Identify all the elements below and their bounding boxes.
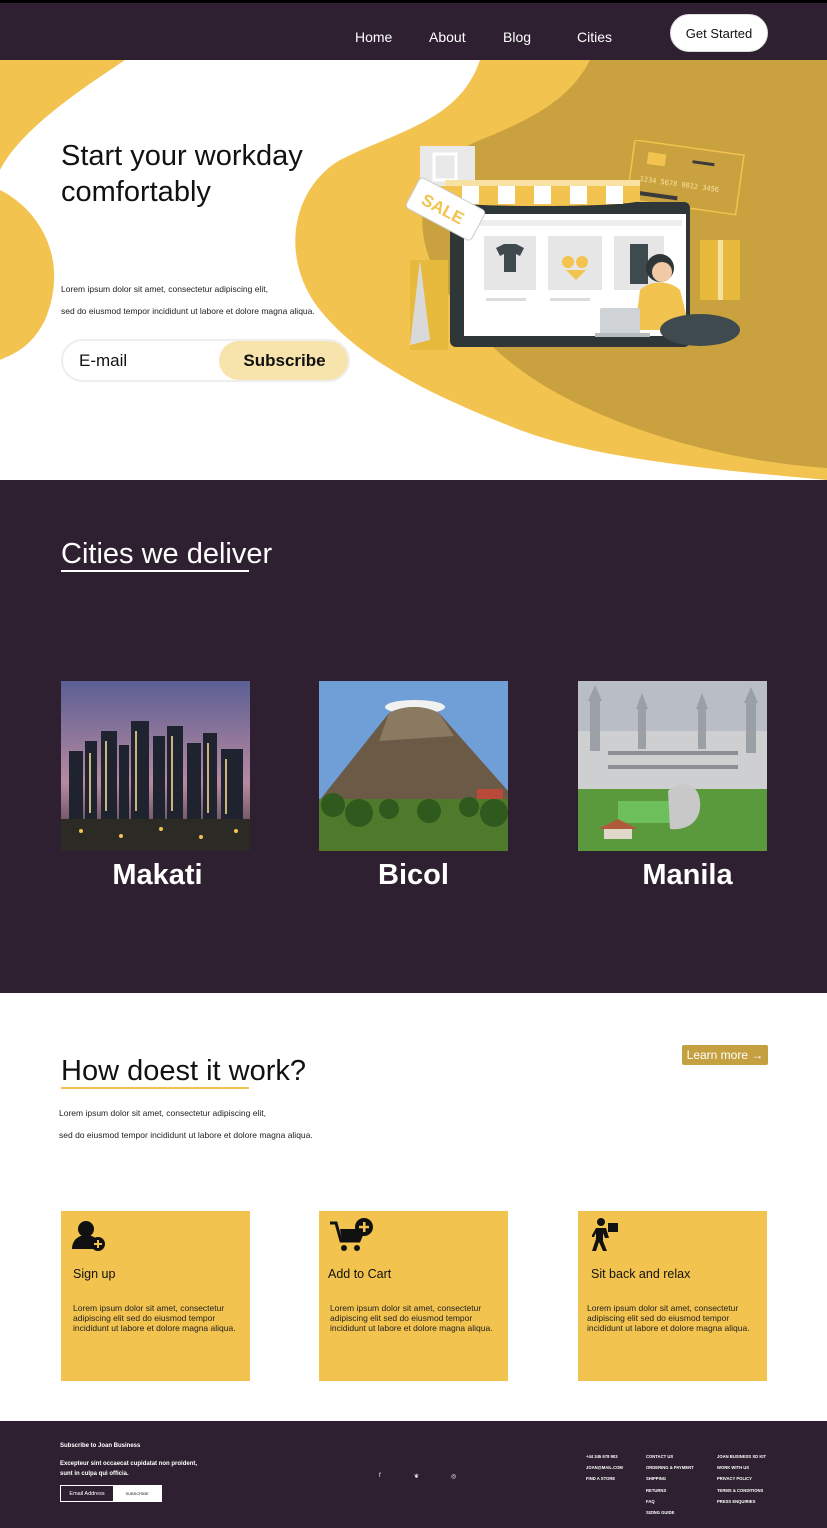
footer-find-store-link[interactable]: FIND A STORE xyxy=(586,1473,623,1484)
cathedral-garden-image xyxy=(578,681,767,851)
footer-company-column: JOAN BUSINESS XD KIT WORK WITH US PRIVAC… xyxy=(717,1451,766,1507)
city-name-manila: Manila xyxy=(642,859,733,891)
cities-section: Cities we deliver Makati Bicol Manila xyxy=(0,480,827,993)
facebook-icon[interactable]: f xyxy=(379,1473,381,1479)
hero-title: Start your workday comfortably xyxy=(61,140,303,208)
how-title-underline xyxy=(61,1087,249,1089)
step-title-signup: Sign up xyxy=(73,1267,116,1281)
footer-contact-column: +44 345 678 903 JOAN@MAIL.COM FIND A STO… xyxy=(586,1451,623,1485)
twitter-icon[interactable]: ❦ xyxy=(414,1473,419,1480)
nav-link-cities[interactable]: Cities xyxy=(577,29,612,45)
city-name-bicol: Bicol xyxy=(378,859,449,891)
hero-subtitle-line1: Lorem ipsum dolor sit amet, consectetur … xyxy=(61,284,268,294)
city-image-bicol[interactable] xyxy=(319,681,508,851)
footer-help-column: CONTACT US ORDERING & PAYMENT SHIPPING R… xyxy=(646,1451,694,1518)
step-title-add-to-cart: Add to Cart xyxy=(328,1267,392,1281)
footer-link-faq[interactable]: FAQ xyxy=(646,1496,694,1507)
footer-subscribe-form: Email Address SUBSCRIBE xyxy=(60,1485,162,1502)
footer-link-work[interactable]: WORK WITH US xyxy=(717,1462,766,1473)
step-card-relax[interactable]: Sit back and relax Lorem ipsum dolor sit… xyxy=(578,1211,767,1381)
how-subtitle-line2: sed do eiusmod tempor incididunt ut labo… xyxy=(59,1130,313,1140)
footer-phone[interactable]: +44 345 678 903 xyxy=(586,1451,623,1462)
user-plus-icon xyxy=(72,1221,105,1251)
footer-link-sizing[interactable]: SIZING GUIDE xyxy=(646,1507,694,1518)
cart-add-icon xyxy=(330,1218,373,1251)
footer-link-ordering[interactable]: ORDERING & PAYMENT xyxy=(646,1462,694,1473)
step-card-signup[interactable]: Sign up Lorem ipsum dolor sit amet, cons… xyxy=(61,1211,250,1381)
how-subtitle-line1: Lorem ipsum dolor sit amet, consectetur … xyxy=(59,1108,266,1118)
footer-subscribe-button[interactable]: SUBSCRIBE xyxy=(113,1486,161,1501)
footer-link-returns[interactable]: RETURNS xyxy=(646,1485,694,1496)
city-skyline-image xyxy=(61,681,250,851)
step-title-relax: Sit back and relax xyxy=(591,1267,691,1281)
footer-link-contact[interactable]: CONTACT US xyxy=(646,1451,694,1462)
city-name-makati: Makati xyxy=(112,859,203,891)
cities-title: Cities we deliver xyxy=(61,538,273,570)
delivery-person-icon xyxy=(592,1218,618,1251)
hero-section: Start your workday comfortably Lorem ips… xyxy=(0,60,827,480)
subscribe-button[interactable]: Subscribe xyxy=(219,341,348,380)
volcano-landscape-image xyxy=(319,681,508,851)
footer-link-terms[interactable]: TERMS & CONDITIONS xyxy=(717,1485,766,1496)
step-card-add-to-cart[interactable]: Add to Cart Lorem ipsum dolor sit amet, … xyxy=(319,1211,508,1381)
footer-link-press[interactable]: PRESS ENQUIRIES xyxy=(717,1496,766,1507)
get-started-button[interactable]: Get Started xyxy=(670,14,768,52)
how-title: How doest it work? xyxy=(61,1055,306,1087)
city-image-makati[interactable] xyxy=(61,681,250,851)
nav-link-home[interactable]: Home xyxy=(355,29,392,45)
step-text-signup: Lorem ipsum dolor sit amet, consectetur … xyxy=(73,1303,236,1333)
footer-subscribe-title: Subscribe to Joan Business xyxy=(60,1443,141,1449)
footer-link-kit[interactable]: JOAN BUSINESS XD KIT xyxy=(717,1451,766,1462)
footer-subscribe-text: Excepteur sint occaecat cupidatat non pr… xyxy=(60,1461,198,1477)
footer-email-link[interactable]: JOAN@MAIL.COM xyxy=(586,1462,623,1473)
city-image-manila[interactable] xyxy=(578,681,767,851)
cities-title-underline xyxy=(61,570,249,572)
step-text-add-to-cart: Lorem ipsum dolor sit amet, consectetur … xyxy=(330,1303,493,1333)
footer-email-field[interactable]: Email Address xyxy=(61,1486,113,1501)
footer-link-shipping[interactable]: SHIPPING xyxy=(646,1473,694,1484)
online-store-illustration: 1234 5678 9012 3456 SALE xyxy=(405,140,745,350)
nav-link-about[interactable]: About xyxy=(429,29,466,45)
step-text-relax: Lorem ipsum dolor sit amet, consectetur … xyxy=(587,1303,750,1333)
footer: Subscribe to Joan Business Excepteur sin… xyxy=(0,1421,827,1528)
hero-subtitle-line2: sed do eiusmod tempor incididunt ut labo… xyxy=(61,306,315,316)
footer-link-privacy[interactable]: PRIVACY POLICY xyxy=(717,1473,766,1484)
hero-subscribe-form: Subscribe xyxy=(61,339,350,382)
instagram-icon[interactable]: ◎ xyxy=(451,1473,456,1480)
email-field[interactable] xyxy=(63,341,223,380)
top-navbar: Home About Blog Cities Get Started xyxy=(0,0,827,60)
how-it-works-section: How doest it work? Learn more → Lorem ip… xyxy=(0,993,827,1421)
learn-more-button[interactable]: Learn more → xyxy=(682,1045,768,1065)
nav-link-blog[interactable]: Blog xyxy=(503,29,531,45)
